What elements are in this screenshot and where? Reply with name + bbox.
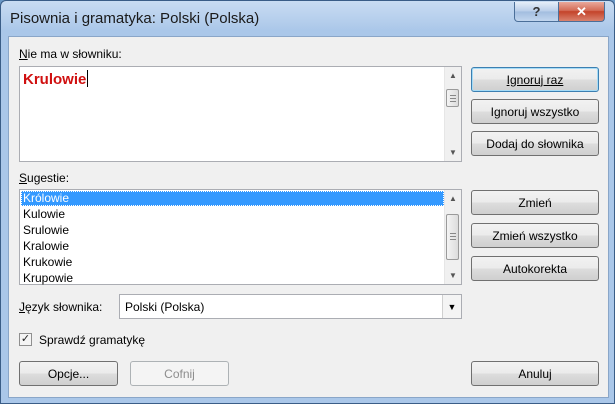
change-button[interactable]: Zmień <box>471 190 599 215</box>
cancel-button[interactable]: Anuluj <box>471 361 599 386</box>
suggestions-scrollbar[interactable]: ▲ ▼ <box>444 190 461 284</box>
suggestion-item[interactable]: Srulowie <box>21 223 444 238</box>
dictionary-language-value: Polski (Polska) <box>125 300 205 314</box>
title-bar: Pisownia i gramatyka: Polski (Polska) ? … <box>1 1 614 35</box>
not-in-dictionary-textbox[interactable]: Krulowie ▲ ▼ <box>19 66 462 162</box>
spelling-dialog: Pisownia i gramatyka: Polski (Polska) ? … <box>0 0 615 404</box>
scroll-down-icon[interactable]: ▼ <box>445 267 461 284</box>
suggestion-item[interactable]: Kulowie <box>21 207 444 222</box>
scroll-up-icon[interactable]: ▲ <box>445 67 461 84</box>
misspelled-word: Krulowie <box>23 70 89 88</box>
change-all-button[interactable]: Zmień wszystko <box>471 223 599 248</box>
undo-button[interactable]: Cofnij <box>130 361 229 386</box>
scroll-thumb[interactable] <box>446 214 459 260</box>
suggestions-list[interactable]: Królowie Kulowie Srulowie Kralowie Kruko… <box>19 189 462 285</box>
suggestion-item[interactable]: Krupowie <box>21 271 444 286</box>
close-button[interactable]: ✕ <box>558 2 605 22</box>
autocorrect-button[interactable]: Autokorekta <box>471 256 599 281</box>
scroll-up-icon[interactable]: ▲ <box>445 190 461 207</box>
suggestions-label: Sugestie: <box>19 171 70 185</box>
suggestion-item[interactable]: Królowie <box>21 191 444 206</box>
suggestion-item[interactable]: Krukowie <box>21 255 444 270</box>
scroll-thumb[interactable] <box>446 89 459 107</box>
not-in-dictionary-label: Nie ma w słowniku: <box>19 47 122 61</box>
check-grammar-label: Sprawdź gramatykę <box>39 333 146 347</box>
ignore-once-button[interactable]: Ignoruj raz <box>471 67 599 92</box>
suggestion-item[interactable]: Kralowie <box>21 239 444 254</box>
scroll-down-icon[interactable]: ▼ <box>445 144 461 161</box>
window-title: Pisownia i gramatyka: Polski (Polska) <box>10 10 260 27</box>
chevron-down-icon[interactable]: ▼ <box>442 295 461 318</box>
dictionary-language-select[interactable]: Polski (Polska) ▼ <box>119 294 462 319</box>
dialog-content: Nie ma w słowniku: Krulowie ▲ ▼ Ignoruj … <box>8 36 609 398</box>
add-to-dictionary-button[interactable]: Dodaj do słownika <box>471 131 599 156</box>
help-button[interactable]: ? <box>514 2 559 22</box>
check-grammar-checkbox[interactable]: ✓ <box>19 333 32 346</box>
dictionary-language-label: Język słownika: <box>19 300 103 314</box>
options-button[interactable]: Opcje... <box>19 361 118 386</box>
ignore-all-button[interactable]: Ignoruj wszystko <box>471 99 599 124</box>
textbox-scrollbar[interactable]: ▲ ▼ <box>444 67 461 161</box>
text-caret <box>87 70 89 87</box>
